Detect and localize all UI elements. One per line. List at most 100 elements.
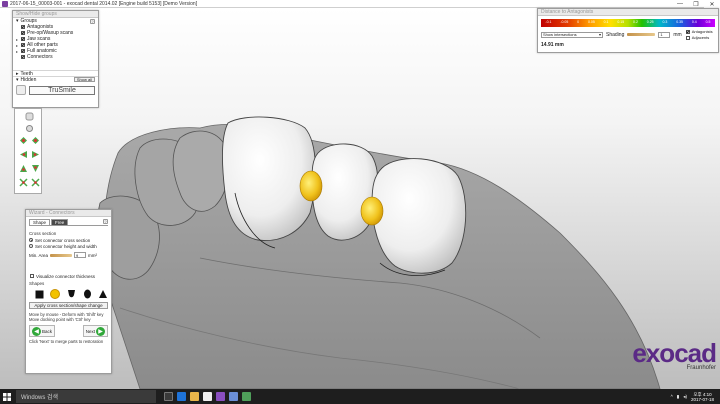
wizard-connectors-panel: Wizard - Connectors Shape Free ? Cross s…	[25, 209, 112, 374]
min-area-slider[interactable]	[50, 253, 73, 257]
occlusal-view-icon[interactable]	[18, 177, 28, 187]
hidden-section[interactable]: ▾ Hidden Show all	[13, 76, 98, 83]
circle-shape-icon[interactable]	[50, 289, 60, 299]
show-all-button[interactable]: Show all	[73, 77, 95, 82]
option-antagonists[interactable]: Antagonists	[685, 29, 713, 34]
groups-panel-header[interactable]: Show/Hide groups	[13, 11, 98, 18]
radio-set-height-width[interactable]: Set connector height and width	[29, 243, 108, 249]
right-view-icon[interactable]	[30, 149, 40, 159]
left-view-icon[interactable]	[18, 149, 28, 159]
close-button[interactable]: ✕	[704, 0, 720, 8]
wizard-help-button[interactable]: ?	[103, 219, 108, 224]
tab-free[interactable]: Free	[51, 219, 69, 225]
tooth-view-icon[interactable]	[24, 111, 34, 121]
shading-unit: mm	[673, 31, 682, 38]
wizard-navigation: ◀ Back Next ▶	[29, 325, 108, 337]
group-checkbox[interactable]	[21, 49, 25, 53]
group-checkbox[interactable]	[21, 37, 25, 41]
minimize-button[interactable]: —	[672, 0, 688, 8]
hidden-label: Hidden	[20, 76, 37, 83]
cervical-view-icon[interactable]	[30, 177, 40, 187]
windows-taskbar: Windows 검색 ^ ▮ ◂) 오후 4:10 2017-07-18	[0, 389, 720, 404]
tooth-icon[interactable]	[16, 85, 26, 95]
show-hide-groups-panel: Show/Hide groups ▾ Groups ? Antagonists P…	[12, 10, 99, 108]
min-area-unit: mm²	[88, 252, 98, 258]
front-view-icon[interactable]	[18, 135, 28, 145]
group-checkbox[interactable]	[21, 31, 25, 35]
wizard-body: Cross section Set connector cross sectio…	[29, 225, 108, 344]
visualize-thickness-row[interactable]: Visualize connector thickness	[29, 273, 108, 279]
wizard-footer-note: Click 'Next' to merge parts to restorati…	[29, 339, 104, 344]
distance-to-antagonists-panel: Distance to Antagonists -0.1 -0.05 0 0.0…	[537, 8, 719, 53]
exocad-taskbar-icon[interactable]	[216, 392, 225, 401]
option-adjacents[interactable]: Adjacents	[685, 35, 713, 40]
drop-shape-icon[interactable]	[66, 289, 76, 299]
volume-icon[interactable]: ◂)	[683, 394, 687, 400]
group-checkbox[interactable]	[21, 25, 25, 29]
wizard-header[interactable]: Wizard - Connectors	[26, 210, 111, 217]
min-area-input[interactable]: 9	[74, 252, 87, 258]
maximize-button[interactable]: ❐	[688, 0, 704, 8]
back-button[interactable]: ◀ Back	[29, 325, 56, 337]
expand-arrow-icon[interactable]: ▸	[16, 37, 20, 42]
oval-shape-icon[interactable]	[82, 289, 92, 299]
windows-start-icon[interactable]	[0, 389, 14, 404]
edge-browser-icon[interactable]	[177, 392, 186, 401]
file-explorer-icon[interactable]	[190, 392, 199, 401]
square-shape-icon[interactable]	[34, 289, 44, 299]
view-tool-strip	[14, 108, 42, 194]
wizard-note-2: Move docking point with 'Ctrl' key	[29, 317, 91, 322]
taskbar-clock[interactable]: 오후 4:10 2017-07-18	[691, 392, 714, 402]
min-area-label: Min. Area	[29, 252, 49, 258]
groups-list: Antagonists Pre-op/Waxup scans ▸ Jaw sca…	[13, 24, 98, 60]
chevron-down-icon: ▾	[598, 32, 601, 37]
show-intersections-select[interactable]: Show intersections ▾	[541, 31, 603, 38]
group-checkbox[interactable]	[21, 55, 25, 59]
top-view-icon[interactable]	[18, 163, 28, 173]
crown-2	[311, 143, 379, 241]
shading-label: Shading	[606, 31, 625, 38]
rotate-view-icon[interactable]	[24, 123, 34, 133]
bottom-view-icon[interactable]	[30, 163, 40, 173]
distance-panel-header[interactable]: Distance to Antagonists	[538, 9, 718, 16]
system-tray: ^ ▮ ◂) 오후 4:10 2017-07-18	[671, 389, 714, 404]
cross-section-label: Cross section	[29, 231, 57, 236]
connector-2	[360, 196, 384, 226]
color-scale-ticks: -0.1 -0.05 0 0.05 0.1 0.15 0.2 0.25 0.3 …	[545, 20, 711, 24]
shapes-label: Shapes	[29, 281, 45, 286]
taskbar-apps	[164, 392, 251, 401]
radio-button[interactable]	[29, 238, 33, 242]
group-checkbox[interactable]	[21, 43, 25, 47]
radio-button[interactable]	[29, 244, 33, 248]
wizard-tabs: Shape Free ?	[26, 217, 111, 225]
taskbar-search-input[interactable]: Windows 검색	[16, 390, 156, 403]
groups-help-button[interactable]: ?	[90, 18, 95, 24]
adjacents-checkbox[interactable]	[685, 35, 690, 40]
apply-shape-button[interactable]: Apply cross section/shape change	[29, 302, 108, 309]
visualize-thickness-checkbox[interactable]	[30, 274, 34, 278]
next-button[interactable]: Next ▶	[82, 325, 108, 337]
expand-arrow-icon[interactable]: ▸	[16, 49, 20, 54]
window-controls: — ❐ ✕	[672, 0, 720, 8]
notification-icon[interactable]: ^	[671, 394, 673, 399]
tab-shape[interactable]: Shape	[29, 219, 51, 225]
min-area-row: Min. Area 9 mm²	[29, 251, 108, 259]
shape-options	[34, 289, 108, 299]
shading-slider[interactable]	[627, 33, 656, 36]
window-title: 2017-06-15_00003-001 - exocad dental 201…	[10, 0, 198, 7]
network-icon[interactable]: ▮	[677, 394, 679, 400]
collapse-arrow-icon: ▾	[16, 76, 19, 83]
task-view-icon[interactable]	[164, 392, 173, 401]
collapse-arrow-icon: ▾	[16, 18, 19, 24]
shading-input[interactable]: 1	[658, 31, 671, 38]
antagonists-checkbox[interactable]	[685, 29, 690, 34]
store-icon[interactable]	[203, 392, 212, 401]
back-view-icon[interactable]	[30, 135, 40, 145]
expand-arrow-icon[interactable]: ▸	[16, 43, 20, 48]
trusmile-button[interactable]: TruSmile	[29, 85, 95, 95]
triangle-shape-icon[interactable]	[98, 289, 108, 299]
connector-1	[299, 170, 323, 202]
app-icon-2[interactable]	[242, 392, 251, 401]
app-icon[interactable]	[229, 392, 238, 401]
title-bar: 2017-06-15_00003-001 - exocad dental 201…	[0, 0, 720, 8]
